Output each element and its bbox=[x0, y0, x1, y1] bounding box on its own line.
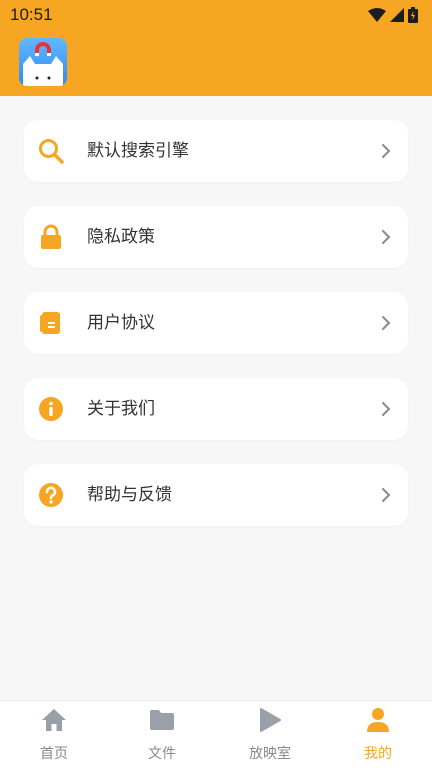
menu-item-label: 用户协议 bbox=[87, 313, 155, 333]
tab-mine[interactable]: 我的 bbox=[324, 701, 432, 768]
tab-home[interactable]: 首页 bbox=[0, 701, 108, 768]
app-logo bbox=[19, 38, 67, 86]
signal-icon bbox=[390, 8, 404, 22]
info-icon bbox=[37, 395, 65, 423]
search-icon bbox=[37, 137, 65, 165]
menu-item-privacy-policy[interactable]: 隐私政策 bbox=[24, 206, 408, 268]
person-icon bbox=[365, 707, 391, 733]
home-icon bbox=[41, 707, 67, 733]
menu-item-search-engine[interactable]: 默认搜索引擎 bbox=[24, 120, 408, 182]
tab-screening-room[interactable]: 放映室 bbox=[216, 701, 324, 768]
tab-files[interactable]: 文件 bbox=[108, 701, 216, 768]
chevron-right-icon bbox=[382, 144, 391, 158]
menu-item-user-agreement[interactable]: 用户协议 bbox=[24, 292, 408, 354]
bottom-tab-bar: 首页 文件 放映室 我的 bbox=[0, 700, 432, 768]
menu-item-label: 隐私政策 bbox=[87, 227, 155, 247]
status-icons bbox=[368, 7, 418, 23]
app-header: 10:51 bbox=[0, 0, 432, 96]
document-icon bbox=[37, 309, 65, 337]
help-icon bbox=[37, 481, 65, 509]
status-time: 10:51 bbox=[10, 5, 53, 24]
menu-item-label: 默认搜索引擎 bbox=[87, 141, 189, 161]
play-icon bbox=[257, 707, 283, 733]
tab-label: 文件 bbox=[148, 746, 176, 762]
chevron-right-icon bbox=[382, 488, 391, 502]
status-bar: 10:51 bbox=[0, 0, 432, 30]
chevron-right-icon bbox=[382, 230, 391, 244]
chevron-right-icon bbox=[382, 402, 391, 416]
wifi-icon bbox=[368, 8, 386, 22]
menu-item-label: 关于我们 bbox=[87, 399, 155, 419]
tab-label: 首页 bbox=[40, 746, 68, 762]
menu-item-label: 帮助与反馈 bbox=[87, 485, 172, 505]
menu-item-help-feedback[interactable]: 帮助与反馈 bbox=[24, 464, 408, 526]
chevron-right-icon bbox=[382, 316, 391, 330]
settings-menu: 默认搜索引擎 隐私政策 用户协议 关于我们 帮助与反馈 bbox=[24, 120, 408, 550]
folder-icon bbox=[149, 707, 175, 733]
battery-icon bbox=[408, 7, 418, 23]
tab-label: 我的 bbox=[364, 746, 392, 762]
lock-icon bbox=[37, 223, 65, 251]
tab-label: 放映室 bbox=[249, 746, 291, 762]
menu-item-about-us[interactable]: 关于我们 bbox=[24, 378, 408, 440]
